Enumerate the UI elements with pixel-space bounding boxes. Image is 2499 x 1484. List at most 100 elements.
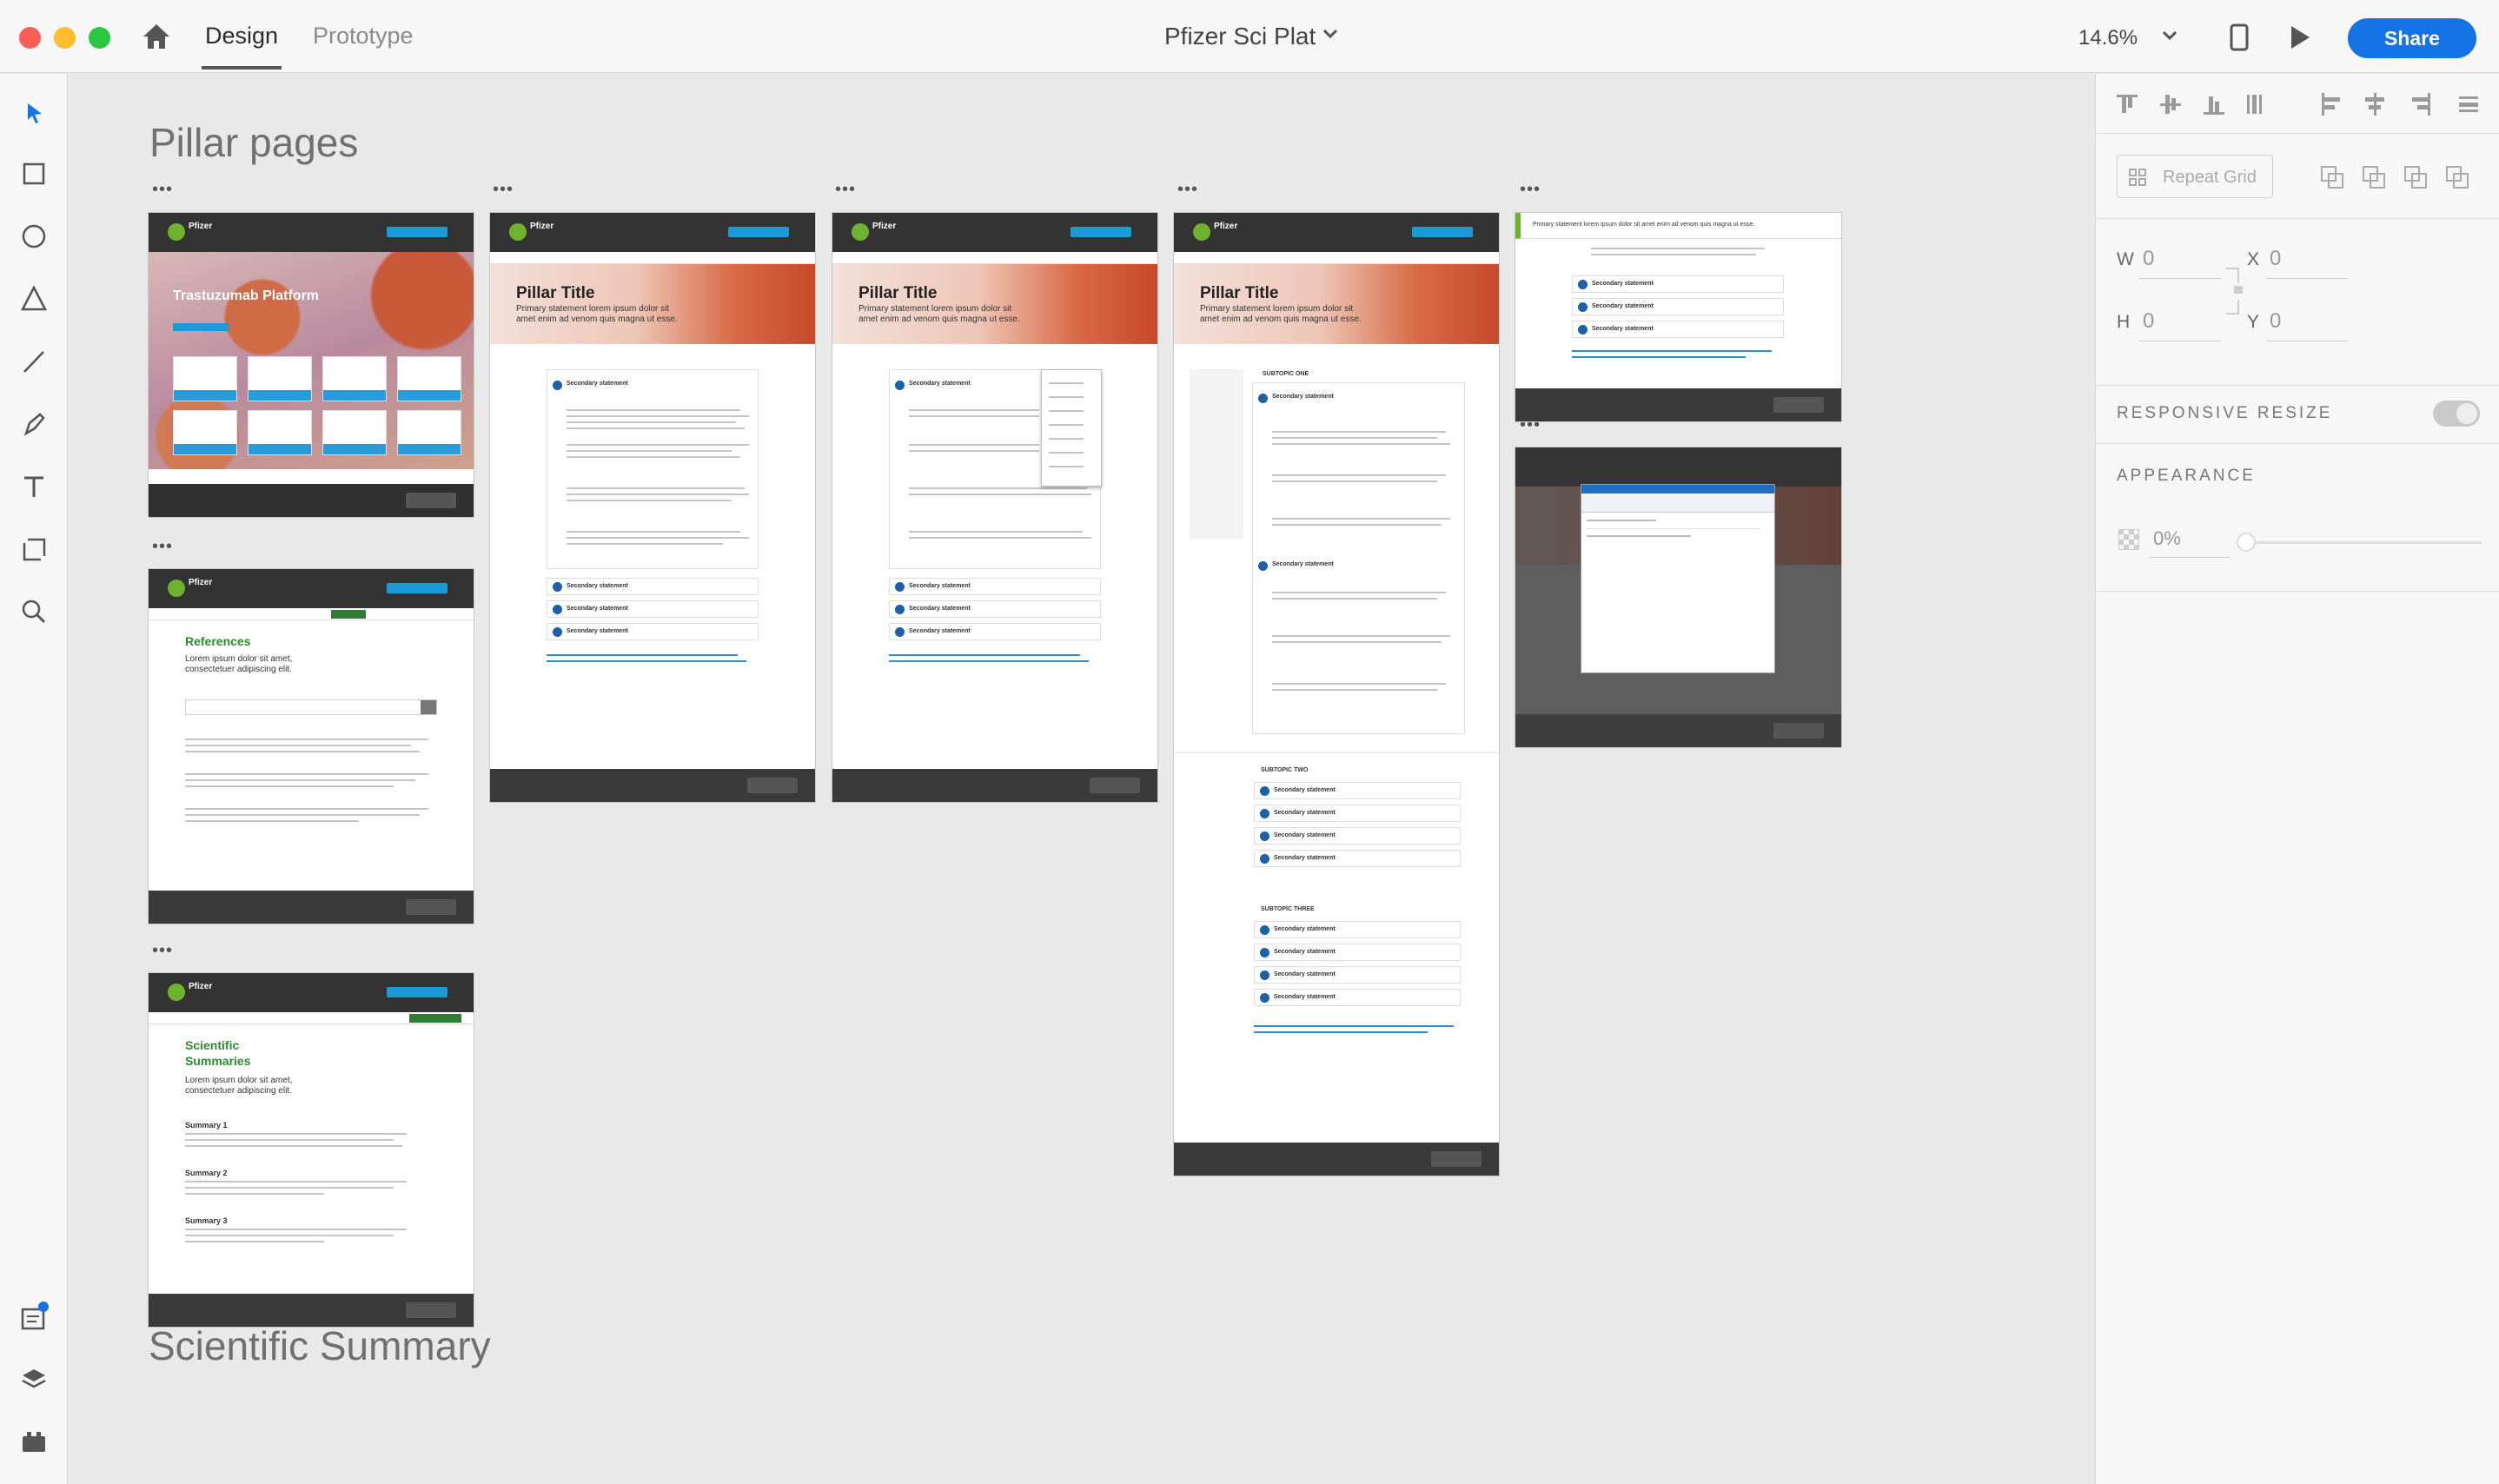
- align-top-icon[interactable]: [2115, 89, 2289, 119]
- height-input[interactable]: 0: [2143, 309, 2154, 334]
- artboard-menu[interactable]: •••: [835, 180, 856, 200]
- boolean-ops-icon[interactable]: [2320, 163, 2476, 189]
- play-icon[interactable]: [2289, 24, 2311, 50]
- text-line: [185, 1187, 394, 1189]
- text-line: [567, 415, 749, 417]
- text-line: [185, 1139, 394, 1141]
- artboard-pillar-long[interactable]: Pfizer Pillar Title Primary statement lo…: [1174, 213, 1499, 1176]
- artboard-email-modal[interactable]: [1515, 447, 1841, 747]
- artboard-icon[interactable]: [17, 533, 50, 566]
- select-icon[interactable]: [17, 96, 50, 129]
- section-title-pillar: Pillar pages: [149, 120, 359, 165]
- artboard-menu[interactable]: •••: [1177, 180, 1198, 200]
- close-window-button[interactable]: [19, 27, 41, 49]
- topic-card: [248, 356, 312, 401]
- text-line: [185, 820, 359, 822]
- text-line: [909, 531, 1083, 533]
- accordion-item: Secondary statement: [1254, 805, 1461, 822]
- plugins-icon[interactable]: [17, 1426, 50, 1459]
- link-line: [889, 660, 1089, 662]
- zoom-level[interactable]: 14.6%: [2078, 26, 2138, 50]
- opacity-slider-thumb[interactable]: [2237, 533, 2256, 552]
- text-icon[interactable]: [17, 470, 50, 503]
- text-line: [567, 494, 749, 495]
- artboard-menu[interactable]: •••: [1520, 180, 1541, 200]
- text-line: [567, 444, 749, 446]
- assets-icon[interactable]: [17, 1301, 50, 1334]
- line-icon[interactable]: [17, 345, 50, 378]
- text-line: [567, 450, 732, 452]
- artboard-summaries[interactable]: Pfizer Scientific Summaries Lorem ipsum …: [149, 973, 474, 1327]
- opacity-input[interactable]: 0%: [2153, 527, 2181, 550]
- artboard-platform[interactable]: Pfizer Trastuzumab Platform: [149, 213, 474, 517]
- section-title-summary: Scientific Summary: [149, 1323, 491, 1368]
- text-line: [567, 500, 732, 501]
- artboard-menu[interactable]: •••: [152, 180, 173, 200]
- tab-prototype[interactable]: Prototype: [313, 23, 414, 50]
- y-input[interactable]: 0: [2270, 309, 2281, 334]
- document-title[interactable]: Pfizer Sci Plat: [1164, 23, 1316, 50]
- y-label: Y: [2247, 312, 2260, 332]
- artboard-pillar-2[interactable]: Pfizer Pillar Title Primary statement lo…: [832, 213, 1157, 802]
- artboard-pillar-1[interactable]: Pfizer Pillar Title Primary statement lo…: [490, 213, 815, 802]
- brand-name: Pfizer: [872, 222, 897, 231]
- repeat-grid-button[interactable]: Repeat Grid: [2117, 155, 2273, 198]
- chevron-down-icon[interactable]: [1322, 28, 1338, 40]
- zoom-icon[interactable]: [17, 595, 50, 628]
- x-input[interactable]: 0: [2270, 247, 2281, 271]
- text-line: [567, 543, 723, 545]
- chevron-down-icon[interactable]: [2162, 30, 2178, 42]
- ellipse-icon[interactable]: [17, 220, 50, 253]
- pen-icon[interactable]: [17, 407, 50, 441]
- opacity-slider[interactable]: [2238, 541, 2482, 544]
- repeat-grid-label: Repeat Grid: [2163, 168, 2257, 187]
- text-line: [567, 409, 740, 411]
- width-input[interactable]: 0: [2143, 247, 2154, 271]
- artboard-menu[interactable]: •••: [493, 180, 514, 200]
- x-label: X: [2247, 249, 2260, 269]
- device-preview-icon[interactable]: [2230, 23, 2249, 51]
- artboard-menu[interactable]: •••: [152, 941, 173, 961]
- accordion-item: Secondary statement: [1254, 782, 1461, 799]
- topic-card: [397, 356, 461, 401]
- search-input: [185, 699, 437, 715]
- gsp-logo: [406, 899, 456, 915]
- page-heading-line2: Summaries: [185, 1054, 251, 1068]
- opacity-icon: [2118, 529, 2139, 550]
- text-line: [185, 1229, 407, 1230]
- banner-text: Primary statement lorem ipsum dolor sit …: [1533, 222, 1755, 228]
- design-canvas[interactable]: Pillar pages Scientific Summary ••• ••• …: [69, 74, 2095, 1484]
- polygon-icon[interactable]: [17, 282, 50, 315]
- minimize-window-button[interactable]: [54, 27, 76, 49]
- maximize-window-button[interactable]: [89, 27, 110, 49]
- lock-aspect-icon[interactable]: [2223, 265, 2245, 317]
- rectangle-icon[interactable]: [17, 157, 50, 190]
- pillar-title: Pillar Title: [1200, 284, 1279, 302]
- width-underline: [2139, 278, 2221, 279]
- site-footer: [1515, 388, 1841, 421]
- email-window: [1581, 484, 1775, 673]
- site-header: Pfizer: [832, 213, 1157, 252]
- gsp-logo: [406, 493, 456, 508]
- search-button: [728, 227, 789, 237]
- responsive-resize-toggle[interactable]: [2433, 401, 2480, 427]
- site-footer: [1515, 714, 1841, 747]
- accordion-item: Secondary statement: [547, 578, 759, 595]
- site-nav: [1174, 252, 1499, 264]
- layers-icon[interactable]: [17, 1363, 50, 1396]
- align-left-icon[interactable]: [2320, 89, 2494, 119]
- text-line: [185, 785, 394, 787]
- share-button[interactable]: Share: [2348, 18, 2476, 58]
- home-icon[interactable]: [142, 23, 171, 50]
- artboard-references[interactable]: Pfizer References Lorem ipsum dolor sit …: [149, 569, 474, 924]
- tab-design[interactable]: Design: [205, 23, 278, 50]
- artboard-sticky[interactable]: Primary statement lorem ipsum dolor sit …: [1515, 213, 1841, 421]
- pillar-title: Pillar Title: [516, 284, 595, 302]
- artboard-menu[interactable]: •••: [152, 537, 173, 557]
- accordion-item: Secondary statement: [547, 600, 759, 618]
- accordion-item: Secondary statement: [889, 600, 1101, 618]
- height-label: H: [2117, 312, 2131, 332]
- text-line: [185, 1235, 394, 1236]
- title-bar: Design Prototype Pfizer Sci Plat 14.6% S…: [0, 0, 2499, 73]
- summary-title: Summary 2: [185, 1169, 228, 1177]
